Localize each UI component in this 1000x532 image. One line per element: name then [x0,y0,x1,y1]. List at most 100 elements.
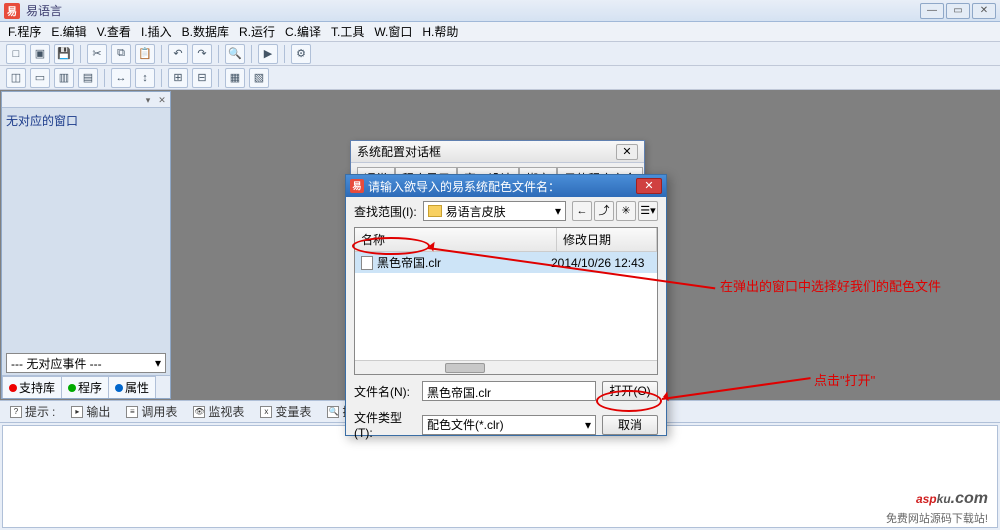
dialog-sys-close-button[interactable]: ✕ [616,144,638,160]
dialog-sys-titlebar[interactable]: 系统配置对话框 ✕ [351,141,644,163]
chevron-down-icon: ▾ [585,418,591,432]
tab-property[interactable]: 属性 [108,376,156,398]
chevron-down-icon: ▾ [555,204,561,218]
col-date[interactable]: 修改日期 [557,228,657,251]
filetype-label: 文件类型(T): [354,409,416,440]
tab-program[interactable]: 程序 [61,376,109,398]
tb2-btn[interactable]: ▥ [54,68,74,88]
folder-icon [428,205,442,217]
filename-label: 文件名(N): [354,383,416,400]
panel-header: ▾ ✕ [2,92,170,108]
dialog-open-close-button[interactable]: ✕ [636,178,662,194]
panel-event-combo[interactable]: --- 无对应事件 --- ▾ [6,353,166,373]
menu-view[interactable]: V.查看 [93,21,135,42]
annotation-arrowhead-2 [657,391,668,402]
annotation-arrowhead-1 [423,240,434,251]
close-button[interactable]: ✕ [972,3,996,19]
nav-view-button[interactable]: ☰▾ [638,201,658,221]
chevron-down-icon: ▾ [155,356,161,370]
cancel-button[interactable]: 取消 [602,415,658,435]
folder-name: 易语言皮肤 [446,203,506,220]
panel-combo-text: --- 无对应事件 --- [11,355,102,372]
file-row[interactable]: 黑色帝国.clr 2014/10/26 12:43 [355,252,657,273]
filetype-value: 配色文件(*.clr) [427,416,504,433]
tb2-btn[interactable]: ▤ [78,68,98,88]
btab-calltable[interactable]: ≡调用表 [122,401,181,422]
menu-help[interactable]: H.帮助 [418,21,462,42]
menu-compile[interactable]: C.编译 [281,21,325,42]
nav-newfolder-button[interactable]: ✳ [616,201,636,221]
tb-run-icon[interactable]: ▶ [258,44,278,64]
lookup-row: 查找范围(I): 易语言皮肤 ▾ ← ⤴ ✳ ☰▾ [346,197,666,225]
tb-redo-icon[interactable]: ↷ [192,44,212,64]
tb-copy-icon[interactable]: ⧉ [111,44,131,64]
annotation-ellipse-file [352,237,430,255]
menu-run[interactable]: R.运行 [235,21,279,42]
btab-vars[interactable]: x变量表 [256,401,315,422]
panel-pin-icon[interactable]: ▾ [142,94,154,106]
left-panel: ▾ ✕ 无对应的窗口 --- 无对应事件 --- ▾ 支持库 程序 属性 [1,91,171,399]
menu-edit[interactable]: E.编辑 [47,21,90,42]
btab-watch[interactable]: 👁监视表 [189,401,248,422]
file-name: 黑色帝国.clr [377,254,441,271]
watermark-sub: 免费网站源码下载站! [886,510,988,526]
file-icon [361,256,373,270]
dialog-sys-title: 系统配置对话框 [357,143,441,160]
watch-icon: 👁 [193,406,205,418]
panel-body: 无对应的窗口 [2,108,170,351]
watermark: aspku.com 免费网站源码下载站! [886,478,988,526]
tb2-btn[interactable]: ▧ [249,68,269,88]
call-icon: ≡ [126,406,138,418]
tb-undo-icon[interactable]: ↶ [168,44,188,64]
app-title: 易语言 [26,2,920,19]
tb-paste-icon[interactable]: 📋 [135,44,155,64]
minimize-button[interactable]: — [920,3,944,19]
dialog-open-titlebar[interactable]: 易 请输入欲导入的易系统配色文件名： ✕ [346,175,666,197]
panel-placeholder: 无对应的窗口 [6,114,78,128]
toolbar-1: □ ▣ 💾 ✂ ⧉ 📋 ↶ ↷ 🔍 ▶ ⚙ [0,42,1000,66]
scrollbar-thumb[interactable] [445,363,485,373]
search-icon: 🔍 [327,406,339,418]
tb2-btn[interactable]: ↔ [111,68,131,88]
output-icon: ▸ [71,406,83,418]
tb-cut-icon[interactable]: ✂ [87,44,107,64]
tb2-btn[interactable]: ▭ [30,68,50,88]
btab-output[interactable]: ▸输出 [67,401,114,422]
filetype-combo[interactable]: 配色文件(*.clr) ▾ [422,415,596,435]
menu-tools[interactable]: T.工具 [327,21,368,42]
tb-open-icon[interactable]: ▣ [30,44,50,64]
panel-close-icon[interactable]: ✕ [156,94,168,106]
title-bar: 易 易语言 — ▭ ✕ [0,0,1000,22]
nav-back-button[interactable]: ← [572,201,592,221]
tb-find-icon[interactable]: 🔍 [225,44,245,64]
dialog-open-title: 请输入欲导入的易系统配色文件名： [368,178,560,195]
tb-build-icon[interactable]: ⚙ [291,44,311,64]
tb2-btn[interactable]: ⊟ [192,68,212,88]
tab-support-lib[interactable]: 支持库 [2,376,62,398]
btab-hint[interactable]: ?提示: [6,401,59,422]
folder-combo[interactable]: 易语言皮肤 ▾ [423,201,566,221]
menu-bar: F.程序 E.编辑 V.查看 I.插入 B.数据库 R.运行 C.编译 T.工具… [0,22,1000,42]
tb2-btn[interactable]: ↕ [135,68,155,88]
watermark-logo: aspku.com [886,478,988,510]
menu-window[interactable]: W.窗口 [370,21,416,42]
filename-input[interactable]: 黑色帝国.clr [422,381,596,401]
tb2-btn[interactable]: ◫ [6,68,26,88]
toolbar-2: ◫ ▭ ▥ ▤ ↔ ↕ ⊞ ⊟ ▦ ▧ [0,66,1000,90]
menu-program[interactable]: F.程序 [4,21,45,42]
tb2-btn[interactable]: ▦ [225,68,245,88]
window-controls: — ▭ ✕ [920,3,996,19]
file-list-body[interactable]: 黑色帝国.clr 2014/10/26 12:43 [355,252,657,360]
tb2-btn[interactable]: ⊞ [168,68,188,88]
menu-insert[interactable]: I.插入 [137,21,176,42]
nav-up-button[interactable]: ⤴ [594,201,614,221]
tb-save-icon[interactable]: 💾 [54,44,74,64]
annotation-ellipse-open [596,390,662,412]
menu-database[interactable]: B.数据库 [178,21,233,42]
dialog-app-icon: 易 [350,179,364,193]
maximize-button[interactable]: ▭ [946,3,970,19]
range-label: 查找范围(I): [354,203,417,220]
app-icon: 易 [4,3,20,19]
file-list-scrollbar[interactable] [355,360,657,374]
tb-new-icon[interactable]: □ [6,44,26,64]
